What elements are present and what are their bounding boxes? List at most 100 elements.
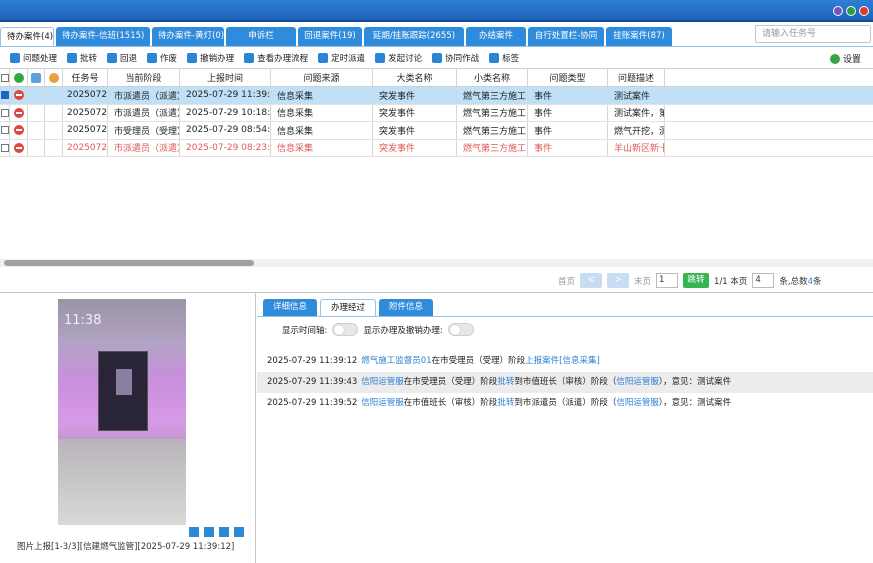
tab-4[interactable]: 回退案件(19) [298,27,362,46]
maximize-icon[interactable] [846,6,856,16]
minimize-icon[interactable] [833,6,843,16]
detail-tab-0[interactable]: 详细信息 [263,299,318,316]
toolbar-button-6[interactable]: 定时派遣 [318,52,365,64]
time-axis-toggle[interactable] [332,323,359,336]
next-page-button[interactable]: > [607,273,630,288]
log-time: 2025-07-29 11:39:12 [267,356,358,366]
tab-2[interactable]: 待办案件-黄灯(0) [152,27,224,46]
column-header-2[interactable]: 上报时间 [180,69,271,86]
column-header-3[interactable]: 问题来源 [271,69,373,86]
tab-3[interactable]: 申诉栏 [226,27,296,46]
log-link[interactable]: 信阳运管服 [361,377,404,387]
column-header-7[interactable]: 问题描述 [608,69,665,86]
row-icon-cell [45,139,63,156]
table-row[interactable]: 202507290809市派遣员（派遣）2025-07-29 11:39:12信… [0,87,873,105]
toolbar-button-3[interactable]: 作废 [147,52,177,64]
gear-icon [829,53,840,64]
image-icon[interactable] [189,527,199,537]
prev-page-button[interactable]: < [580,273,603,288]
toolbar-button-7[interactable]: 发起讨论 [375,52,422,64]
toolbar-button-9[interactable]: 标签 [489,52,519,64]
table-cell: 事件 [528,139,608,156]
table-row[interactable]: 202507290290市派遣员（派遣）2025-07-29 08:23:50信… [0,139,873,157]
log-link[interactable]: 燃气施工监督员01 [361,356,431,366]
close-icon[interactable] [859,6,869,16]
tab-1[interactable]: 待办案件-信班(1515) [56,27,150,46]
report-photo[interactable]: 11:38 [58,299,186,525]
log-text: ），意见：测试案件 [658,398,732,408]
toolbar-button-4[interactable]: 撤销办理 [187,52,234,64]
toolbar-button-8[interactable]: 协同作战 [432,52,479,64]
row-icon-cell [10,87,28,104]
forward-icon [67,53,78,63]
trash-icon [147,53,158,63]
row-checkbox[interactable] [1,108,9,117]
time-axis-label: 显示时间轴: [282,325,328,336]
header-icon-cell [45,69,63,86]
log-link[interactable]: 信阳运管服 [616,377,659,387]
row-icon-cell [0,104,10,121]
log-link[interactable]: 批转 [497,398,514,408]
tab-underline [0,46,873,47]
stop-status-icon [13,107,24,118]
toolbar-button-1[interactable]: 批转 [67,52,97,64]
log-time: 2025-07-29 11:39:52 [267,398,358,408]
page-input[interactable]: 1 [656,273,679,288]
per-page-input[interactable]: 4 [752,273,775,288]
table-row[interactable]: 202507290738市派遣员（派遣）2025-07-29 10:18:11信… [0,104,873,122]
row-icon-cell [0,87,10,104]
log-link[interactable]: 信阳运管服 [361,398,404,408]
column-header-0[interactable]: 任务号 [63,69,108,86]
toolbar-label: 批转 [80,54,98,64]
toolbar-label: 发起讨论 [388,54,423,64]
upload-icon[interactable] [204,527,214,537]
table-row[interactable]: 202507290446市受理员（受理）2025-07-29 08:54:52信… [0,122,873,140]
revoked-toggle[interactable] [447,323,474,336]
log-link[interactable]: 批转 [497,377,514,387]
tab-8[interactable]: 挂账案件(87) [606,27,672,46]
table-cell: 202507290738 [63,104,108,121]
log-link[interactable]: 信阳运管服 [616,398,659,408]
toolbar-button-2[interactable]: 回退 [107,52,137,64]
row-checkbox[interactable] [1,143,9,152]
fullscreen-icon[interactable] [234,527,244,537]
horizontal-scrollbar[interactable] [0,259,873,267]
settings-label: 设置 [842,55,861,65]
log-text: 到市值班长（审核）阶段（ [514,377,617,387]
scrollbar-thumb[interactable] [4,260,254,266]
tab-6[interactable]: 办结案件 [466,27,526,46]
tag-icon [489,53,500,63]
photo-pane: 11:38 图片上报[1-3/3][信建燃气监管][2025-07-29 11:… [0,293,256,563]
log-link[interactable]: 上报案件[信息采集] [525,356,600,366]
row-icon-cell [45,122,63,139]
log-text: 到市派遣员（派遣）阶段（ [514,398,617,408]
toolbar-button-5[interactable]: 查看办理流程 [244,52,308,64]
tab-7[interactable]: 自行处置栏-协同 [528,27,604,46]
row-checkbox[interactable] [1,91,9,100]
download-icon[interactable] [219,527,229,537]
detail-tab-1[interactable]: 办理经过 [320,299,377,316]
table-cell: 突发事件 [373,87,457,104]
status-icon [13,72,24,83]
row-checkbox[interactable] [1,126,9,135]
detail-tab-2[interactable]: 附件信息 [379,299,434,316]
task-search-input[interactable]: 请输入任务号 [755,25,871,43]
row-icon-cell [10,104,28,121]
settings-button[interactable]: 设置 [829,52,861,65]
row-icon-cell [28,104,45,121]
header-icon-cell [10,69,28,86]
go-button[interactable]: 跳转 [683,273,710,288]
select-all-checkbox[interactable] [0,73,9,82]
column-header-5[interactable]: 小类名称 [457,69,528,86]
tab-0[interactable]: 待办案件(4) [0,27,54,46]
pager-first[interactable]: 首页 [558,275,575,287]
column-header-4[interactable]: 大类名称 [373,69,457,86]
log-time: 2025-07-29 11:39:43 [267,377,358,387]
tab-5[interactable]: 延期/挂账跟踪(2655) [364,27,464,46]
pencil-icon [10,53,20,63]
list-icon [31,72,41,83]
column-header-6[interactable]: 问题类型 [528,69,608,86]
pager-last[interactable]: 末页 [634,275,651,287]
toolbar-button-0[interactable]: 问题处理 [10,52,57,64]
column-header-1[interactable]: 当前阶段 [108,69,180,86]
